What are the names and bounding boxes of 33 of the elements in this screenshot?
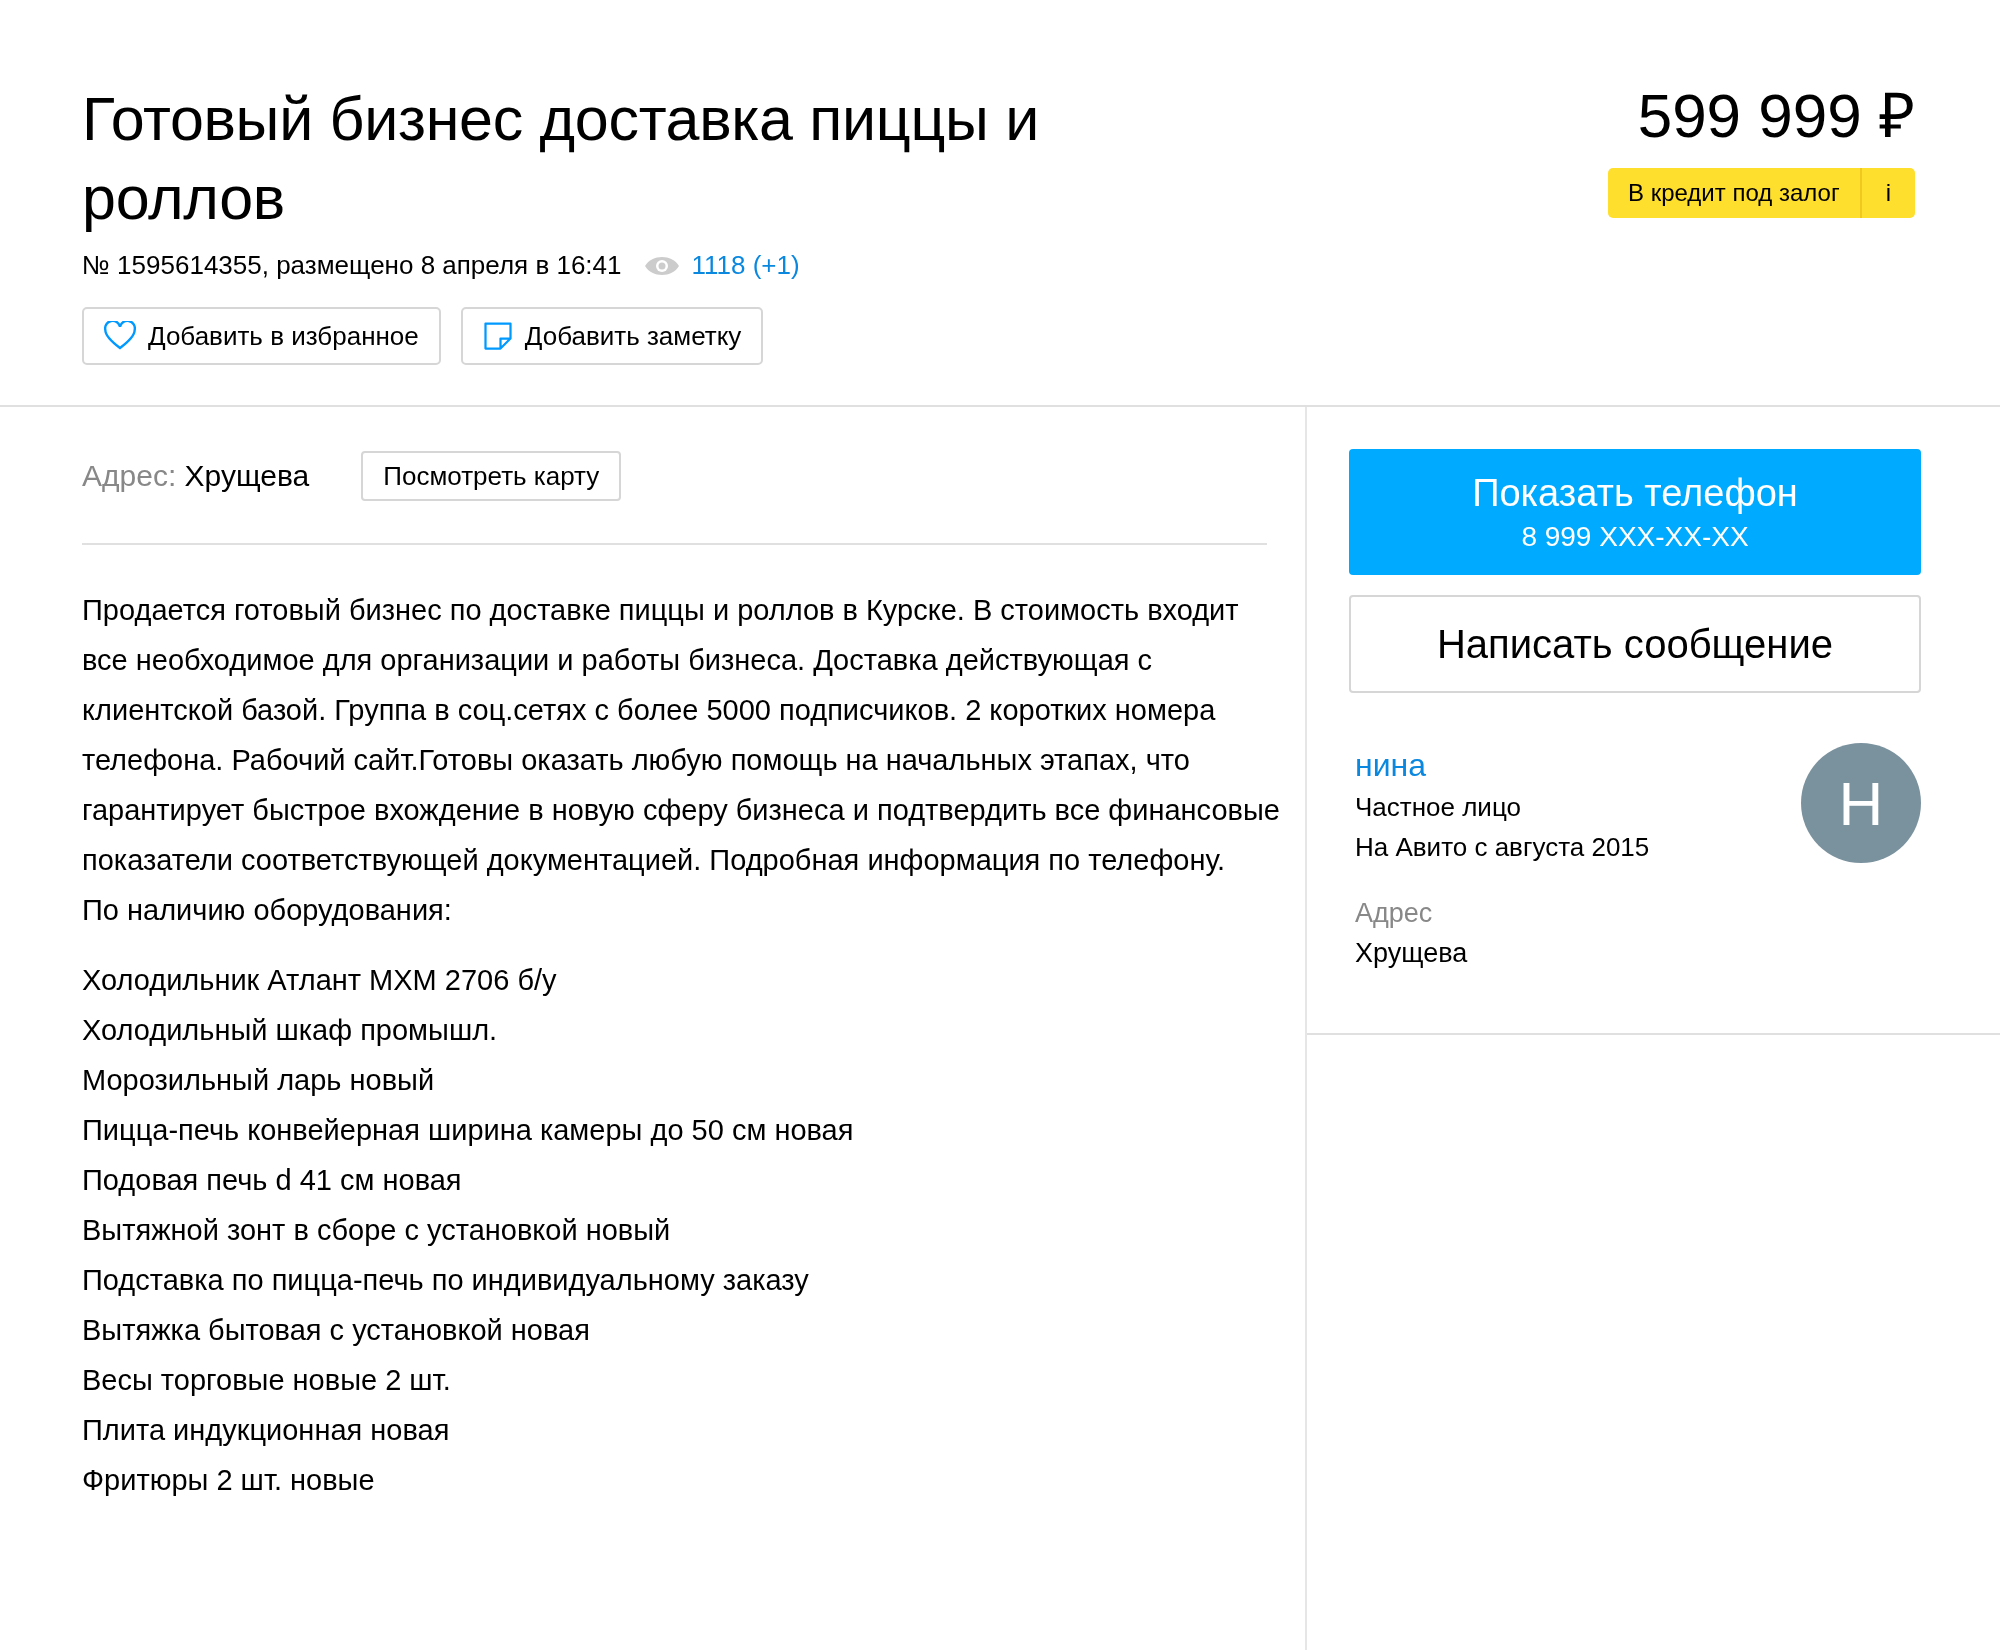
show-map-button[interactable]: Посмотреть карту [361,451,622,501]
note-icon [482,321,513,351]
address-text: Адрес: Хрущева [82,459,310,493]
seller-name[interactable]: нина [1355,743,1650,787]
info-button[interactable]: i [1859,168,1915,218]
note-button[interactable]: Добавить заметку [460,307,764,365]
equipment-item: Весы торговые новые 2 шт. [82,1363,452,1398]
equipment-item: Пицца-печь конвейерная ширина камеры до 50 см новая [82,1113,855,1148]
avatar: Н [1801,743,1921,863]
equipment-item: Холодильник Атлант МХМ 2706 б/у [82,963,558,998]
equipment-item: Подставка по пицца-печь по индивидуальному заказу [82,1263,810,1298]
equipment-item: Плита индукционная новая [82,1413,451,1448]
view-count: 1118 (+1) [691,250,800,281]
listing-title: Готовый бизнес доставка пиццы и роллов [82,84,1041,234]
description-paragraph: По наличию оборудования: [82,893,453,928]
favorite-button[interactable]: Добавить в избранное [82,307,441,365]
eye-icon [643,254,680,277]
heart-icon [104,321,136,351]
listing-meta: № 1595614355, размещено 8 апреля в 16:41 [82,250,622,281]
description-paragraph: Продается готовый бизнес по доставке пиццы и роллов в Курске. В стоимость входит все необходимое для организации и работы бизнеса. Доставка действующая с клиентской базой. Группа в соц.сетях с более 5000 подписчиков. 2 коротких номера телефона. Рабочий сайт.Готовы оказать любую помощь на начальных этапах, что гарантирует быстрое вхождение в новую сферу бизнеса и подтвердить все финансовые показатели соответствующей документацией. Подробная информация по телефону. [82,593,1281,878]
equipment-item: Вытяжка бытовая с установкой новая [82,1313,591,1348]
address-label: Адрес [1355,897,1434,930]
seller-type: Частное лицо [1355,791,1522,824]
credit-label: В кредит под залог [1627,178,1841,208]
equipment-item: Фритюры 2 шт. новые [82,1463,376,1498]
price: 599 999 ₽ [1637,80,1915,152]
equipment-item: Подовая печь d 41 см новая [82,1163,463,1198]
equipment-item: Вытяжной зонт в сборе с установкой новый [82,1213,672,1248]
seller-since: На Авито с августа 2015 [1355,831,1650,864]
equipment-item: Холодильный шкаф промышл. [82,1013,499,1048]
message-button[interactable]: Написать сообщение [1349,595,1921,693]
equipment-item: Морозильный ларь новый [82,1063,436,1098]
address-value: Хрущева [1355,937,1469,970]
